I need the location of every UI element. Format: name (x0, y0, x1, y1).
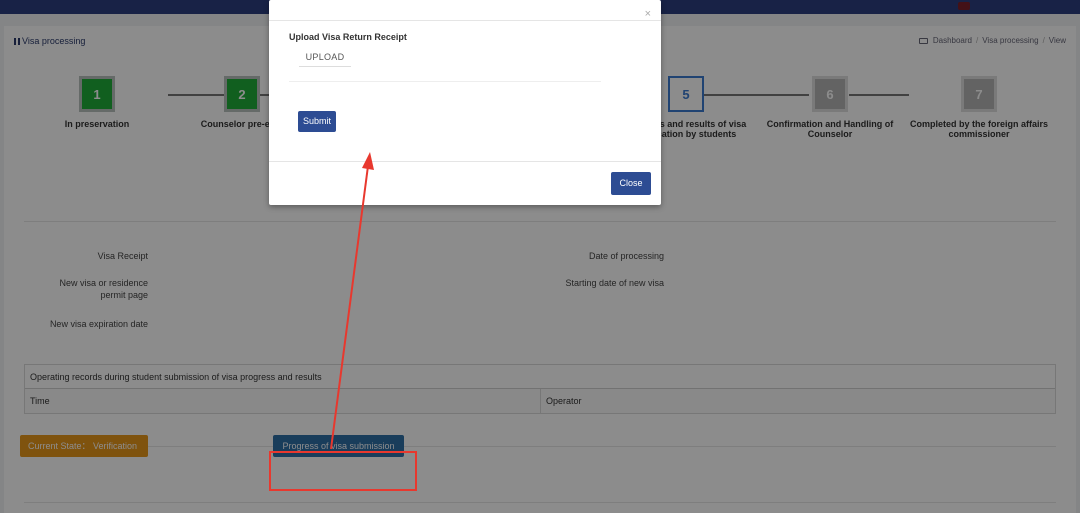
submit-button[interactable]: Submit (298, 111, 336, 132)
modal-title: Upload Visa Return Receipt (289, 32, 407, 42)
modal-body-divider (289, 81, 601, 82)
close-icon[interactable]: × (645, 8, 651, 20)
modal-footer-divider (269, 161, 661, 162)
annotation-highlight-box (269, 451, 417, 491)
upload-visa-receipt-modal: × Upload Visa Return Receipt UPLOAD Subm… (269, 0, 661, 205)
modal-header-divider (269, 20, 661, 21)
upload-button[interactable]: UPLOAD (299, 49, 351, 67)
close-button[interactable]: Close (611, 172, 651, 195)
